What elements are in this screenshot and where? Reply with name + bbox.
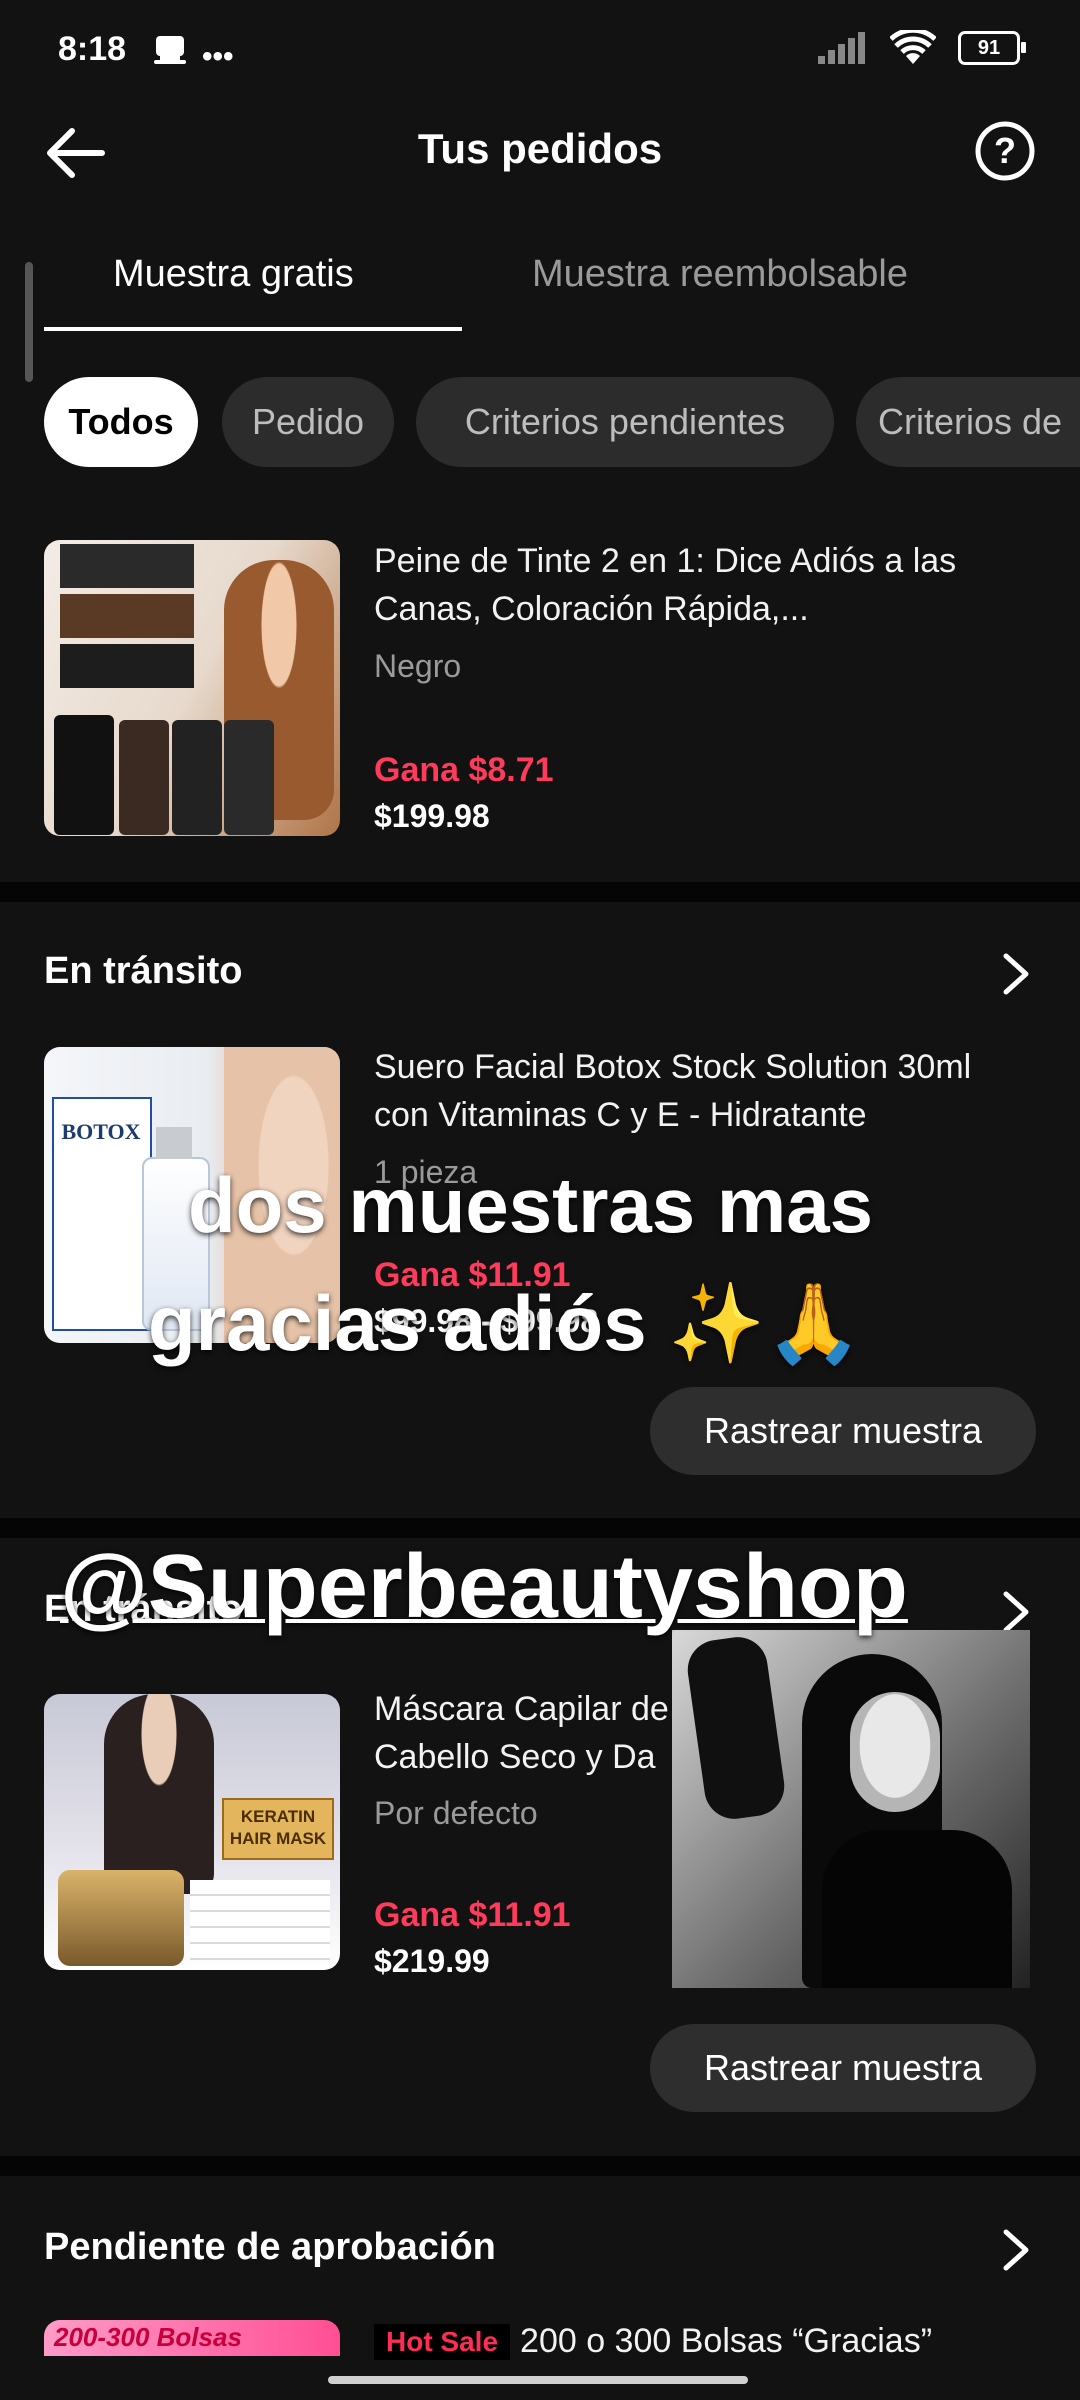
status-time: 8:18 [58,30,127,68]
chevron-right-icon[interactable] [996,1588,1036,1636]
more-dots-icon: ••• [202,40,234,73]
order-1-title[interactable]: Peine de Tinte 2 en 1: Dice Adiós a las … [374,537,1034,633]
order-1-price: $199.98 [374,798,490,834]
divider [0,2156,1080,2176]
item-earn-keratin: Gana $11.91 [374,1896,571,1934]
keratin-label: KERATIN HAIR MASK [222,1798,334,1860]
help-icon[interactable]: ? [974,120,1036,182]
item-price-keratin: $219.99 [374,1943,490,1979]
chevron-right-icon[interactable] [996,2226,1036,2274]
bolsas-label: 200-300 Bolsas [54,2322,242,2352]
section-title-pendiente-aprobacion[interactable]: Pendiente de aprobación [44,2226,496,2269]
divider [0,882,1080,902]
track-sample-button-2[interactable]: Rastrear muestra [650,2024,1036,2112]
overlay-photo [672,1630,1030,1988]
notification-icon [152,34,188,71]
divider [0,1518,1080,1538]
tab-muestra-gratis[interactable]: Muestra gratis [113,253,354,296]
chip-criterios-pendientes[interactable]: Criterios pendientes [416,377,834,467]
item-title-botox[interactable]: Suero Facial Botox Stock Solution 30ml c… [374,1043,1034,1139]
item-title-keratin[interactable]: Máscara Capilar de Cabello Seco y Da [374,1685,670,1781]
home-indicator[interactable] [328,2376,748,2384]
hot-sale-badge: Hot Sale [374,2323,511,2360]
product-image-bolsas[interactable]: 200-300 Bolsas [44,2320,340,2356]
chip-criterios-de[interactable]: Criterios de [856,377,1080,467]
tab-muestra-reembolsable[interactable]: Muestra reembolsable [532,253,908,296]
signal-icon [818,32,865,64]
battery-icon: 91 [958,31,1026,65]
tab-underline [44,327,462,331]
product-image-keratin-mask[interactable]: KERATIN HAIR MASK [44,1694,340,1970]
scroll-indicator [25,262,33,382]
overlay-caption-line2: gracias adiós ✨🙏 [148,1279,863,1367]
item-row-bolsas[interactable]: Hot Sale 200 o 300 Bolsas “Gracias” [374,2322,932,2361]
track-sample-button[interactable]: Rastrear muestra [650,1387,1036,1475]
section-title-en-transito[interactable]: En tránsito [44,950,242,993]
page-title: Tus pedidos [417,125,663,172]
wifi-icon [890,30,936,64]
status-icons: 91 [818,30,1026,66]
chevron-right-icon[interactable] [996,950,1036,998]
order-1-variant: Negro [374,648,462,684]
overlay-caption-line1: dos muestras mas [188,1161,873,1249]
overlay-handle: @Superbeautyshop [60,1537,908,1637]
chip-pedido[interactable]: Pedido [222,377,394,467]
order-1-earn: Gana $8.71 [374,751,554,789]
item-variant-keratin: Por defecto [374,1795,538,1831]
botox-label: BOTOX [61,1119,141,1144]
battery-level: 91 [977,36,1001,59]
chip-todos[interactable]: Todos [44,377,198,467]
product-image-hair-dye[interactable] [44,540,340,836]
item-title-bolsas: 200 o 300 Bolsas “Gracias” [520,2322,933,2360]
svg-text:?: ? [994,130,1016,171]
